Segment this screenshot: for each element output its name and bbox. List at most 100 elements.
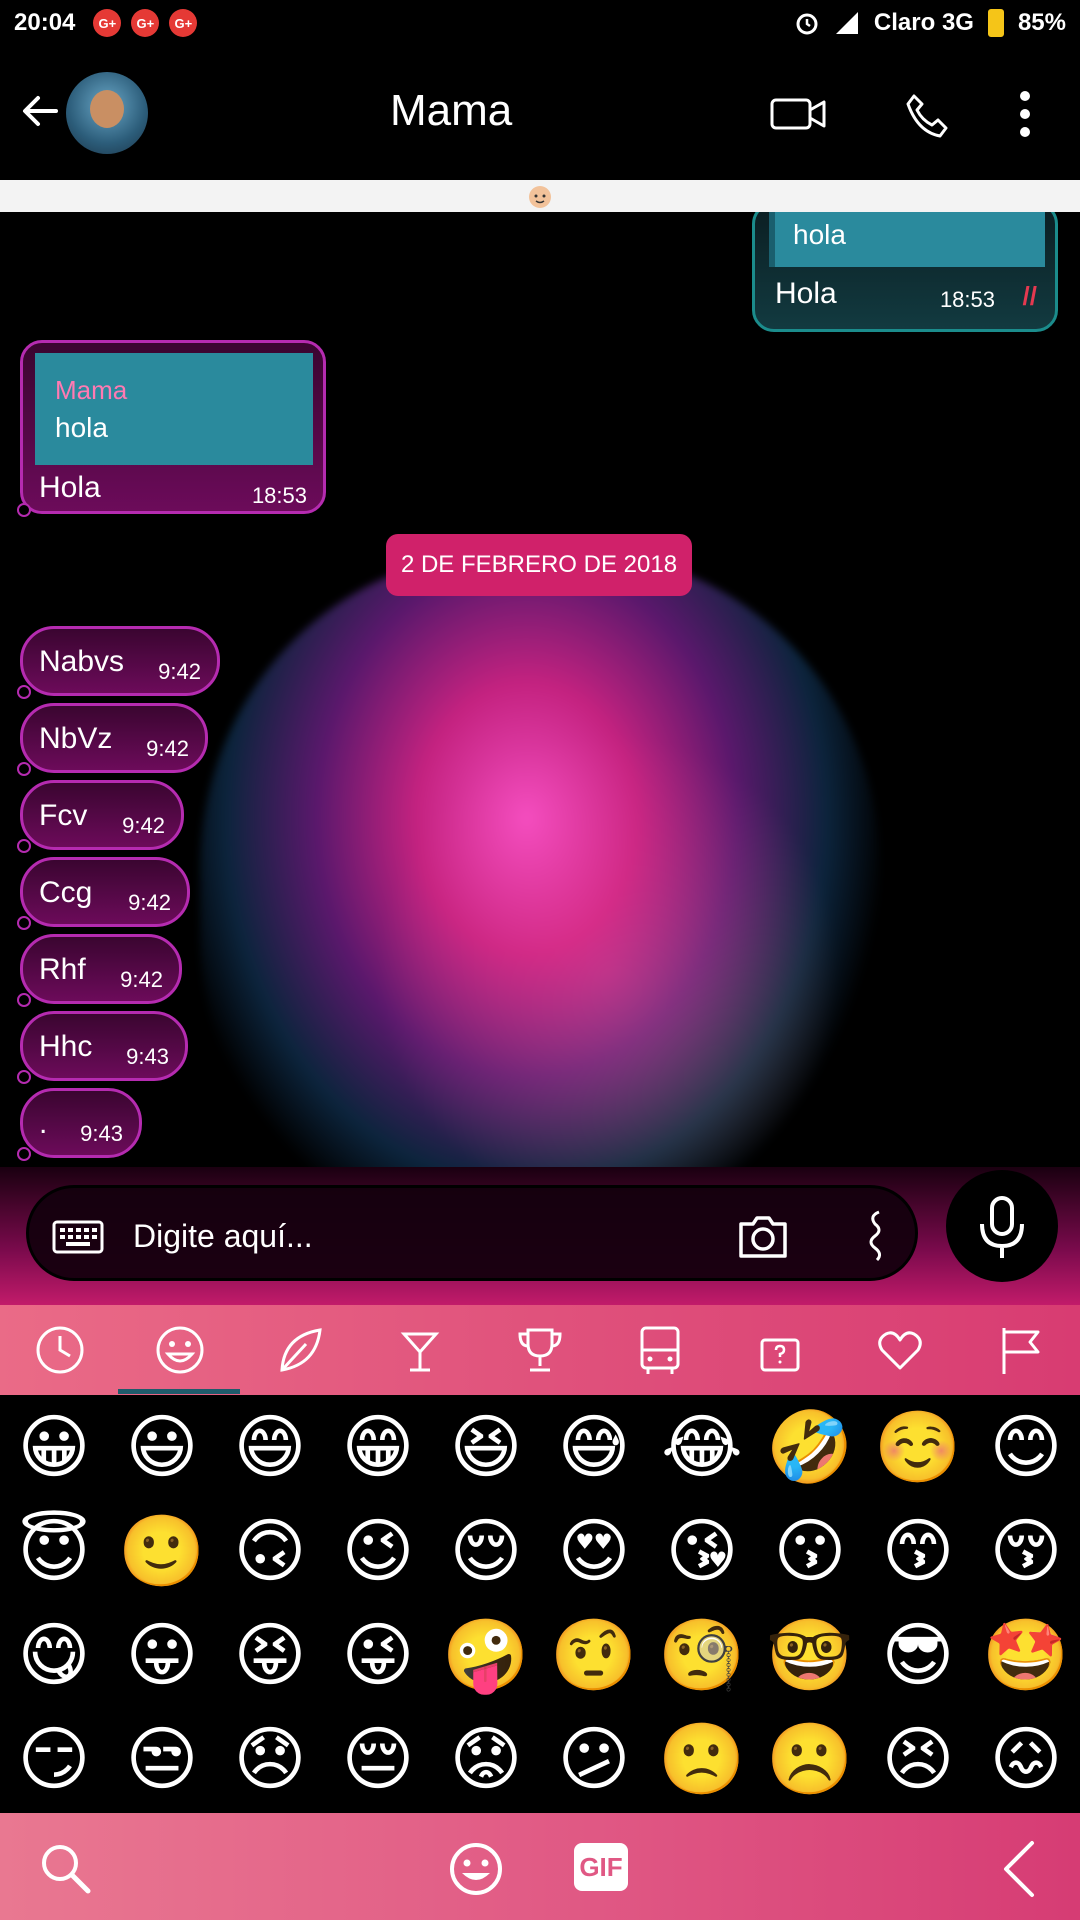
- quoted-reply[interactable]: Mama hola: [35, 353, 313, 465]
- emoji-key[interactable]: 🤩: [972, 1603, 1080, 1707]
- emoji-key[interactable]: 😘: [648, 1499, 756, 1603]
- message-time: 9:43: [126, 1044, 169, 1069]
- emoji-key[interactable]: 😂: [648, 1395, 756, 1499]
- contact-name[interactable]: Mama: [390, 86, 512, 136]
- keyboard-bottom-bar: GIF: [0, 1813, 1080, 1920]
- emoji-key[interactable]: 🙂: [108, 1499, 216, 1603]
- category-travel[interactable]: [606, 1305, 714, 1395]
- microphone-button[interactable]: [946, 1170, 1058, 1282]
- emoji-key[interactable]: 😉: [324, 1499, 432, 1603]
- emoji-key[interactable]: 🤣: [756, 1395, 864, 1499]
- keyboard-icon[interactable]: [51, 1210, 105, 1264]
- emoji-key[interactable]: 😛: [108, 1603, 216, 1707]
- message-time: 18:53: [939, 287, 995, 312]
- message-time: 9:42: [128, 890, 171, 915]
- more-options-icon[interactable]: [1000, 86, 1050, 142]
- emoji-grid: 😀 😃 😄 😁 😆 😅 😂 🤣 ☺️ 😊 😇 🙂 🙃 😉 😌 😍 😘 😗 😙 😚 😋 😛 😝 😜 🤪 🤨 🧐 🤓 😎 🤩 😏 😒 😞 😔 😟 😕 🙁 ☹️…: [0, 1395, 1080, 1813]
- search-icon[interactable]: [34, 1837, 98, 1901]
- emoji-key[interactable]: 😕: [540, 1707, 648, 1811]
- incoming-message[interactable]: Fcv 9:42: [17, 780, 184, 853]
- emoji-key[interactable]: 😎: [864, 1603, 972, 1707]
- incoming-message[interactable]: NbVz 9:42: [17, 703, 208, 776]
- wallpaper-art: [200, 552, 880, 1167]
- smileys-icon: [156, 1326, 204, 1374]
- emoji-key[interactable]: 😃: [108, 1395, 216, 1499]
- incoming-message[interactable]: . 9:43: [17, 1088, 142, 1161]
- category-smileys[interactable]: [126, 1305, 234, 1395]
- category-flags[interactable]: [966, 1305, 1074, 1395]
- google-plus-notification-icon: G+: [93, 9, 122, 37]
- emoji-key[interactable]: 😜: [324, 1603, 432, 1707]
- emoji-key[interactable]: 😀: [0, 1395, 108, 1499]
- emoji-key[interactable]: 😁: [324, 1395, 432, 1499]
- quoted-reply[interactable]: hola: [769, 212, 1045, 267]
- signal-icon: [835, 12, 858, 34]
- incoming-message[interactable]: Nabvs 9:42: [17, 626, 220, 699]
- camera-icon[interactable]: [733, 1208, 793, 1264]
- message-text: Hhc: [39, 1030, 93, 1063]
- category-nature[interactable]: [246, 1305, 354, 1395]
- objects-icon: [760, 1338, 800, 1372]
- emoji-key[interactable]: 😋: [0, 1603, 108, 1707]
- emoji-key[interactable]: 😍: [540, 1499, 648, 1603]
- message-time: 9:43: [80, 1121, 123, 1146]
- emoji-key[interactable]: 😙: [864, 1499, 972, 1603]
- read-ticks-icon: //: [1022, 281, 1037, 311]
- emoji-key[interactable]: ☹️: [756, 1707, 864, 1811]
- emoji-category-bar: [0, 1305, 1080, 1395]
- emoji-key[interactable]: 🤓: [756, 1603, 864, 1707]
- emoji-key[interactable]: 😏: [0, 1707, 108, 1811]
- baby-face-icon: [529, 186, 551, 208]
- message-composer[interactable]: [26, 1185, 918, 1281]
- message-input[interactable]: [133, 1212, 613, 1260]
- incoming-message[interactable]: Hhc 9:43: [17, 1011, 188, 1084]
- emoji-key[interactable]: 😅: [540, 1395, 648, 1499]
- video-call-icon[interactable]: [766, 86, 830, 142]
- category-recent[interactable]: [6, 1305, 114, 1395]
- emoji-key[interactable]: 🙃: [216, 1499, 324, 1603]
- flags-icon: [1002, 1328, 1040, 1374]
- emoji-key[interactable]: 🤪: [432, 1603, 540, 1707]
- emoji-key[interactable]: 😄: [216, 1395, 324, 1499]
- message-time: 18:53: [251, 483, 307, 508]
- emoji-key[interactable]: 😝: [216, 1603, 324, 1707]
- voice-call-icon[interactable]: [896, 86, 960, 142]
- emoji-key[interactable]: 😌: [432, 1499, 540, 1603]
- emoji-key[interactable]: 😚: [972, 1499, 1080, 1603]
- category-symbols[interactable]: [846, 1305, 954, 1395]
- emoji-key[interactable]: 😟: [432, 1707, 540, 1811]
- emoji-key[interactable]: 😞: [216, 1707, 324, 1811]
- gif-button[interactable]: GIF: [574, 1843, 628, 1891]
- nature-icon: [280, 1328, 322, 1372]
- message-text: Nabvs: [39, 645, 125, 678]
- emoji-key[interactable]: 😣: [864, 1707, 972, 1811]
- emoji-key[interactable]: 😖: [972, 1707, 1080, 1811]
- emoji-key[interactable]: 😊: [972, 1395, 1080, 1499]
- incoming-message[interactable]: Ccg 9:42: [17, 857, 190, 930]
- incoming-message[interactable]: Rhf 9:42: [17, 934, 182, 1007]
- attach-icon[interactable]: [865, 1206, 893, 1266]
- emoji-key[interactable]: 😆: [432, 1395, 540, 1499]
- recent-icon: [36, 1326, 84, 1374]
- message-time: 9:42: [146, 736, 189, 761]
- emoji-key[interactable]: ☺️: [864, 1395, 972, 1499]
- category-food-drink[interactable]: [366, 1305, 474, 1395]
- emoji-key[interactable]: 🤨: [540, 1603, 648, 1707]
- emoji-tab-icon[interactable]: [444, 1837, 508, 1901]
- category-activity[interactable]: [486, 1305, 594, 1395]
- message-text: Hola: [39, 471, 101, 504]
- emoji-key[interactable]: 🧐: [648, 1603, 756, 1707]
- emoji-key[interactable]: 😇: [0, 1499, 108, 1603]
- status-bar: 20:04 G+ G+ G+ Claro 3G 85%: [0, 0, 1080, 46]
- category-objects[interactable]: [726, 1305, 834, 1395]
- incoming-quoted-message[interactable]: Mama hola Hola 18:53: [17, 340, 326, 517]
- back-arrow-icon[interactable]: [16, 86, 66, 136]
- chevron-left-icon[interactable]: [990, 1837, 1054, 1901]
- emoji-key[interactable]: 😔: [324, 1707, 432, 1811]
- outgoing-message[interactable]: hola Hola 18:53 //: [752, 212, 1058, 332]
- emoji-key[interactable]: 😗: [756, 1499, 864, 1603]
- contact-avatar[interactable]: [66, 72, 148, 154]
- emoji-key[interactable]: 😒: [108, 1707, 216, 1811]
- chat-area[interactable]: hola Hola 18:53 // Mama hola Hola 18:53 …: [0, 212, 1080, 1167]
- emoji-key[interactable]: 🙁: [648, 1707, 756, 1811]
